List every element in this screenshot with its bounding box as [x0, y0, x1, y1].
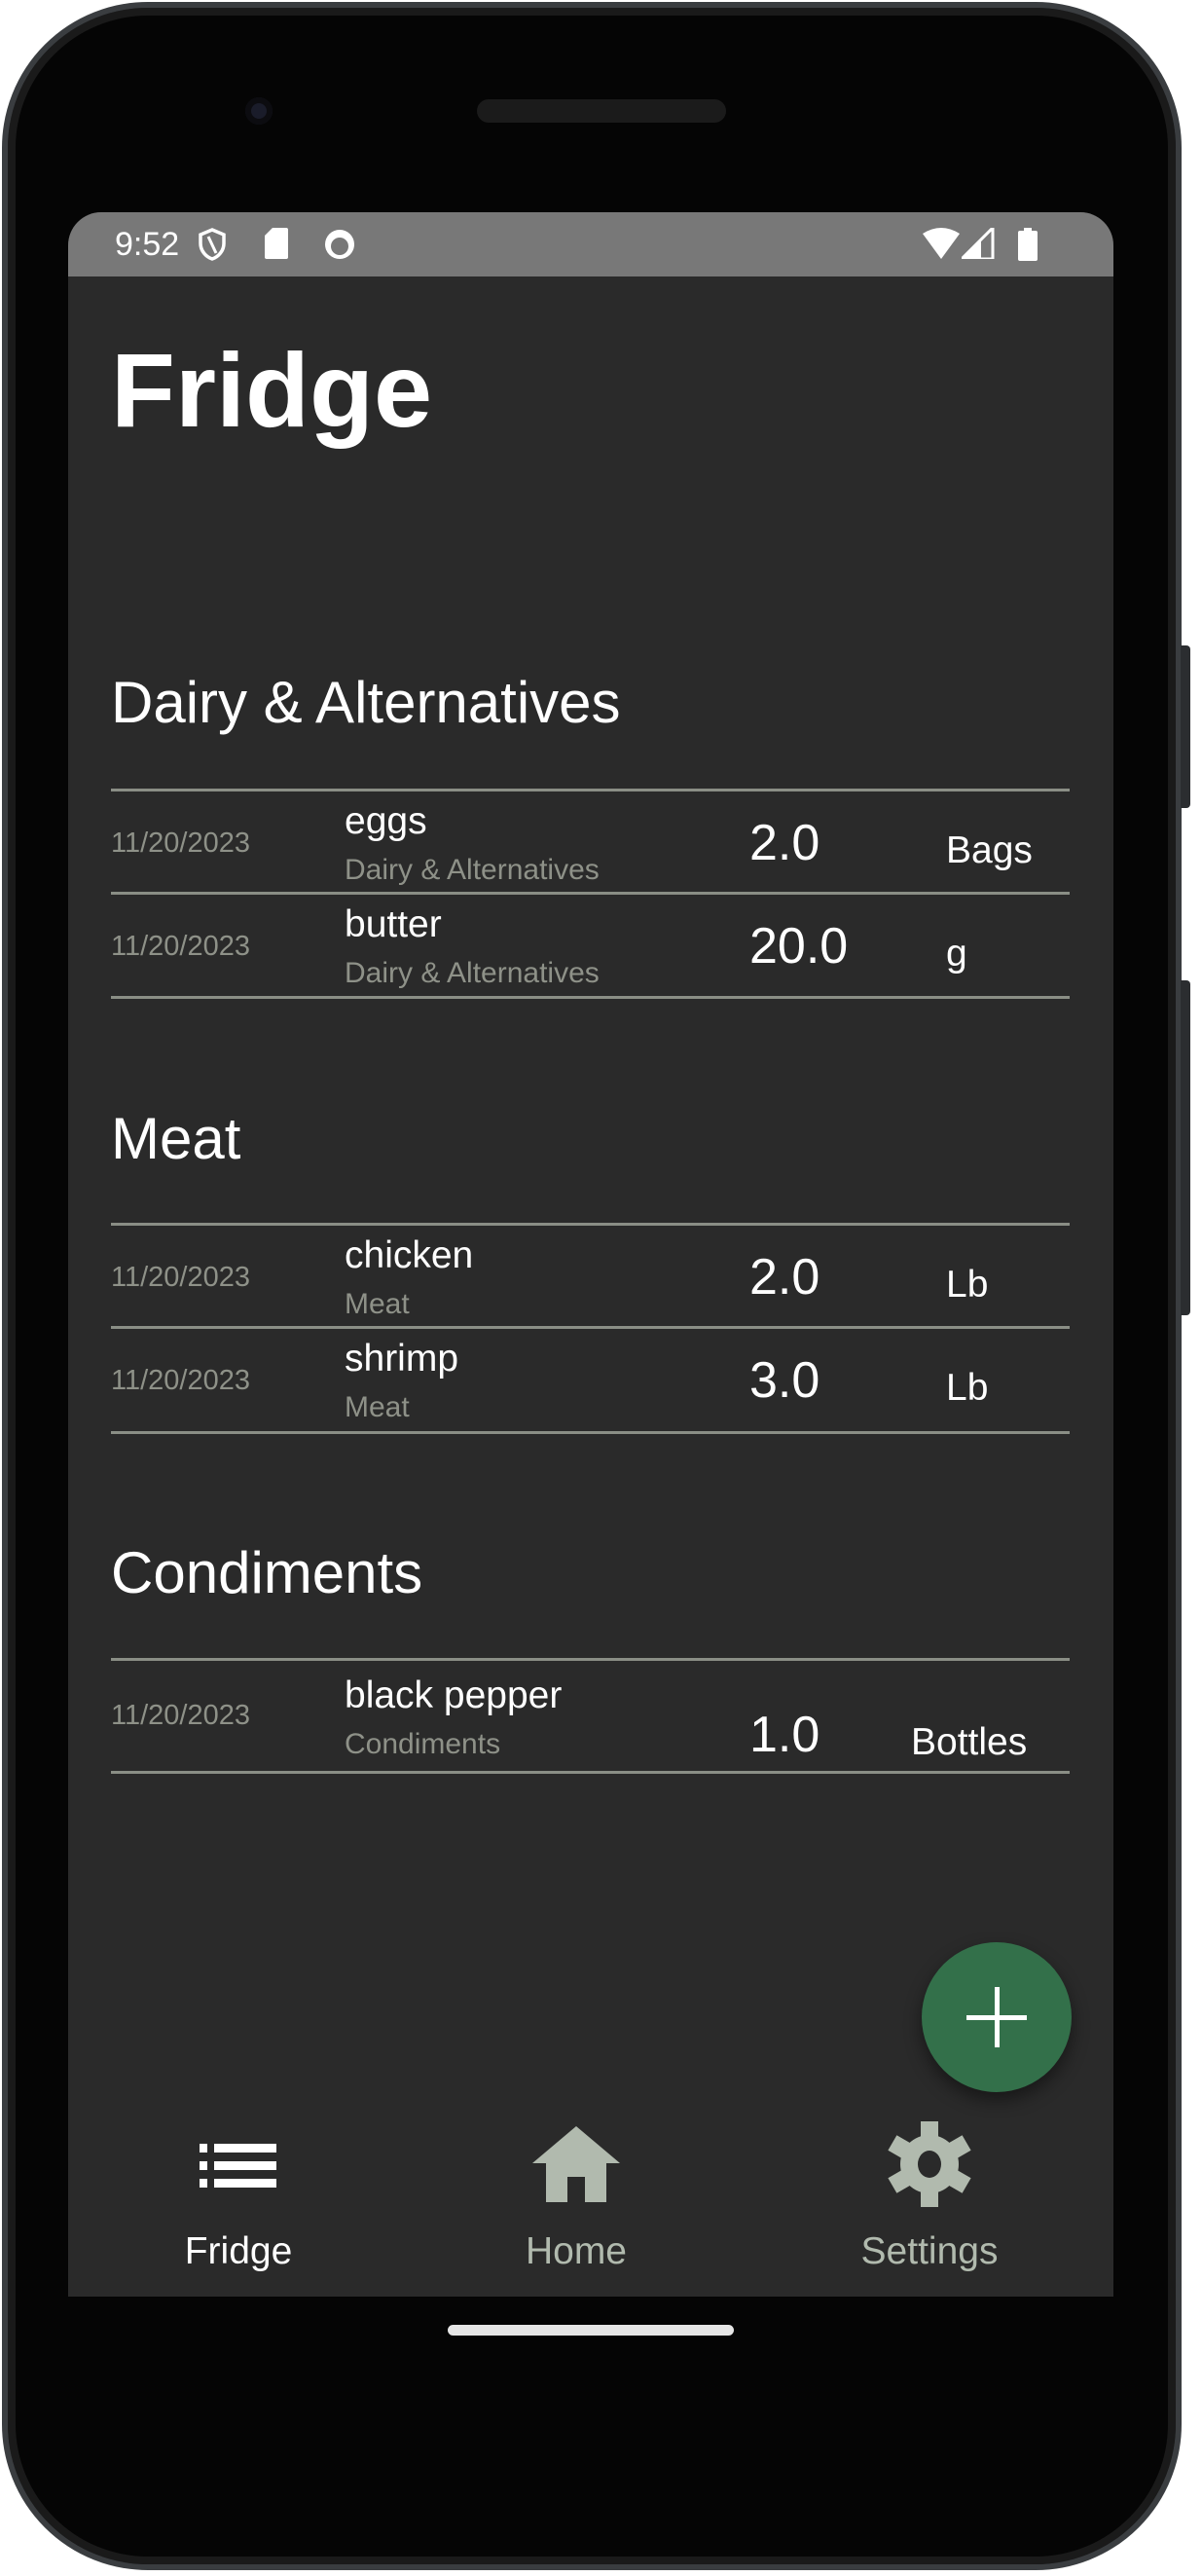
- item-name: butter: [345, 903, 442, 945]
- item-name: shrimp: [345, 1338, 459, 1380]
- item-name: black pepper: [345, 1674, 563, 1716]
- home-indicator[interactable]: [448, 2325, 734, 2336]
- divider: [111, 1658, 1070, 1661]
- item-date: 11/20/2023: [111, 1365, 250, 1396]
- list-icon: [200, 2144, 276, 2188]
- add-item-button[interactable]: [922, 1942, 1072, 2092]
- battery-icon: [1018, 228, 1038, 261]
- divider: [111, 996, 1070, 999]
- item-category: Meat: [345, 1391, 410, 1423]
- divider: [111, 1771, 1070, 1774]
- item-category: Meat: [345, 1288, 410, 1320]
- item-quantity: 3.0: [749, 1352, 820, 1409]
- item-quantity: 1.0: [749, 1707, 820, 1763]
- front-camera: [245, 97, 273, 125]
- item-category: Condiments: [345, 1728, 501, 1760]
- item-unit: Lb: [946, 1264, 989, 1306]
- nav-item-home[interactable]: Home: [459, 2120, 693, 2286]
- item-name: chicken: [345, 1234, 474, 1276]
- item-quantity: 2.0: [749, 1249, 820, 1306]
- item-name: eggs: [345, 800, 427, 842]
- item-quantity: 20.0: [749, 918, 849, 975]
- item-date: 11/20/2023: [111, 931, 250, 962]
- divider: [111, 892, 1070, 895]
- item-date: 11/20/2023: [111, 1262, 250, 1293]
- earpiece-speaker: [477, 99, 726, 123]
- home-icon: [532, 2126, 620, 2202]
- nav-label: Fridge: [184, 2230, 293, 2272]
- item-unit: Bags: [946, 829, 1033, 871]
- signal-icon: [962, 228, 995, 259]
- wifi-icon: [923, 228, 960, 259]
- shield-icon: [199, 228, 226, 261]
- item-category: Dairy & Alternatives: [345, 957, 600, 989]
- item-unit: Lb: [946, 1367, 989, 1409]
- page-title: Fridge: [111, 331, 433, 449]
- nav-label: Home: [525, 2230, 628, 2272]
- divider: [111, 1223, 1070, 1226]
- divider: [111, 1326, 1070, 1329]
- nav-label: Settings: [860, 2230, 999, 2272]
- item-category: Dairy & Alternatives: [345, 854, 600, 886]
- nav-item-fridge[interactable]: Fridge: [122, 2120, 355, 2286]
- gear-icon: [888, 2121, 971, 2207]
- section-title-meat: Meat: [111, 1106, 241, 1171]
- nav-item-settings[interactable]: Settings: [813, 2120, 1046, 2286]
- item-unit: g: [946, 933, 967, 975]
- section-title-dairy: Dairy & Alternatives: [111, 670, 621, 735]
- item-quantity: 2.0: [749, 815, 820, 871]
- divider: [111, 1431, 1070, 1434]
- section-title-condiments: Condiments: [111, 1540, 423, 1605]
- status-bar: 9:52: [68, 212, 1113, 276]
- sd-card-icon: [265, 228, 288, 259]
- item-date: 11/20/2023: [111, 828, 250, 859]
- item-unit: Bottles: [911, 1721, 1028, 1763]
- item-date: 11/20/2023: [111, 1700, 250, 1731]
- volume-button: [1181, 980, 1190, 1315]
- divider: [111, 789, 1070, 791]
- app-notification-icon: [325, 230, 354, 259]
- status-time: 9:52: [115, 226, 180, 263]
- app-screen: 9:52 Fridge Dairy & Alternatives 11/20/2…: [68, 212, 1113, 2297]
- power-button: [1181, 645, 1190, 808]
